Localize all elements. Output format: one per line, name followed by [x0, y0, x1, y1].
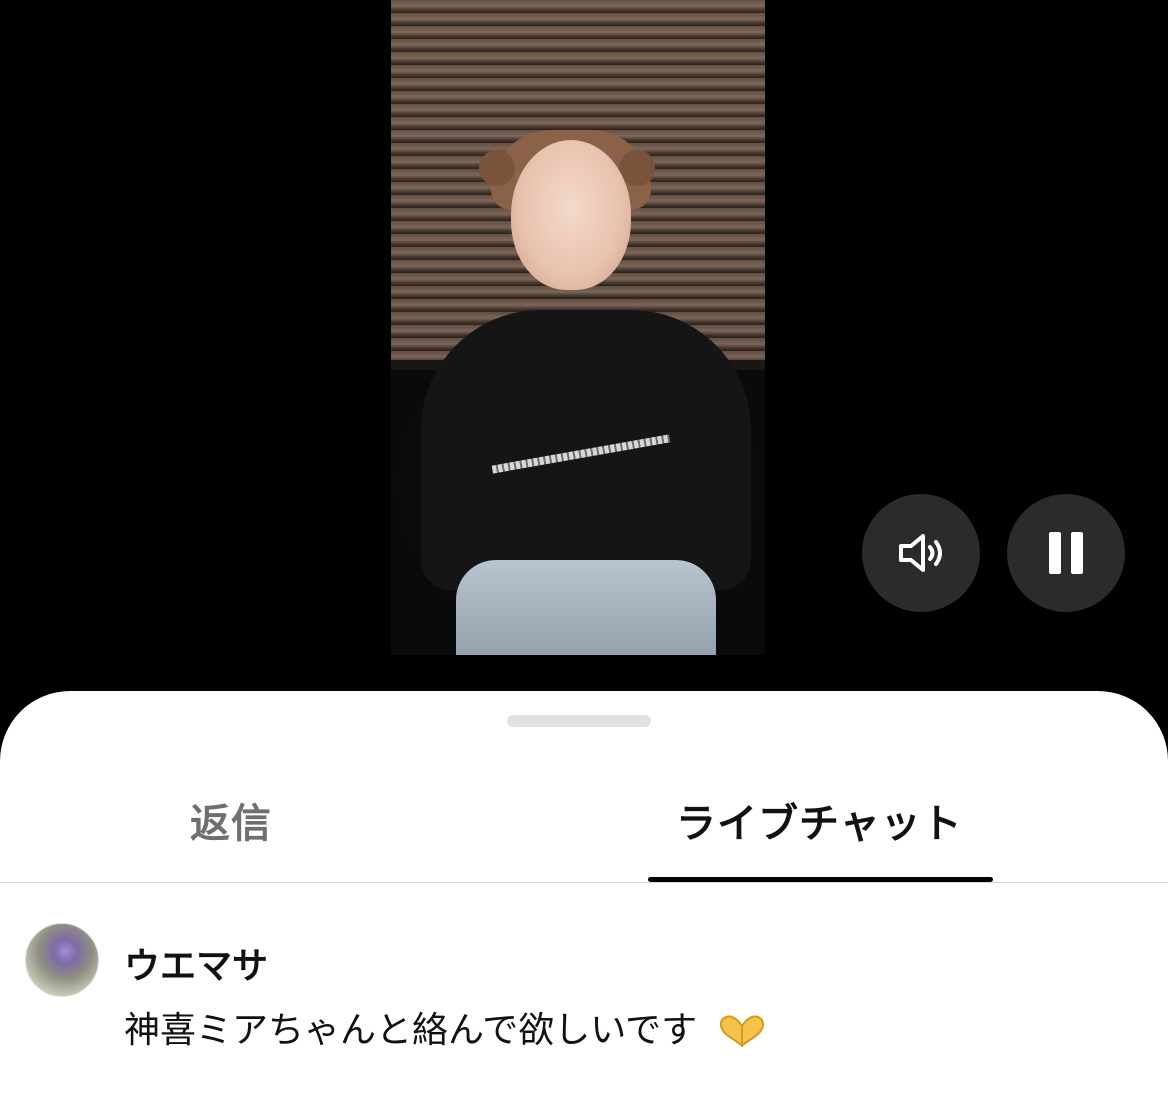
comment-text: 神喜ミアちゃんと絡んで欲しいです: [124, 1010, 698, 1051]
avatar[interactable]: [25, 923, 99, 997]
video-area[interactable]: [0, 0, 1168, 720]
pause-button[interactable]: [1007, 494, 1125, 612]
comment-item: ウエマサ 神喜ミアちゃんと絡んで欲しいです: [25, 923, 1125, 1053]
sound-button[interactable]: [862, 494, 980, 612]
tab-live-chat[interactable]: ライブチャット: [676, 791, 963, 849]
pause-icon: [1049, 532, 1083, 574]
tab-divider: [0, 882, 1168, 883]
comment-username[interactable]: ウエマサ: [124, 937, 268, 989]
live-video[interactable]: [391, 0, 765, 655]
tab-replies[interactable]: 返信: [190, 791, 272, 849]
comments-sheet: 返信 ライブチャット ウエマサ 神喜ミアちゃんと絡んで欲しいです: [0, 691, 1168, 1094]
speaker-icon: [899, 534, 942, 572]
person-face: [511, 140, 631, 290]
hair-bun-left: [479, 150, 515, 186]
person-jeans: [456, 560, 716, 655]
comment-text-row: 神喜ミアちゃんと絡んで欲しいです: [124, 1001, 769, 1057]
heart-hands-emoji: [715, 1008, 769, 1057]
sheet-grabber[interactable]: [507, 715, 651, 727]
